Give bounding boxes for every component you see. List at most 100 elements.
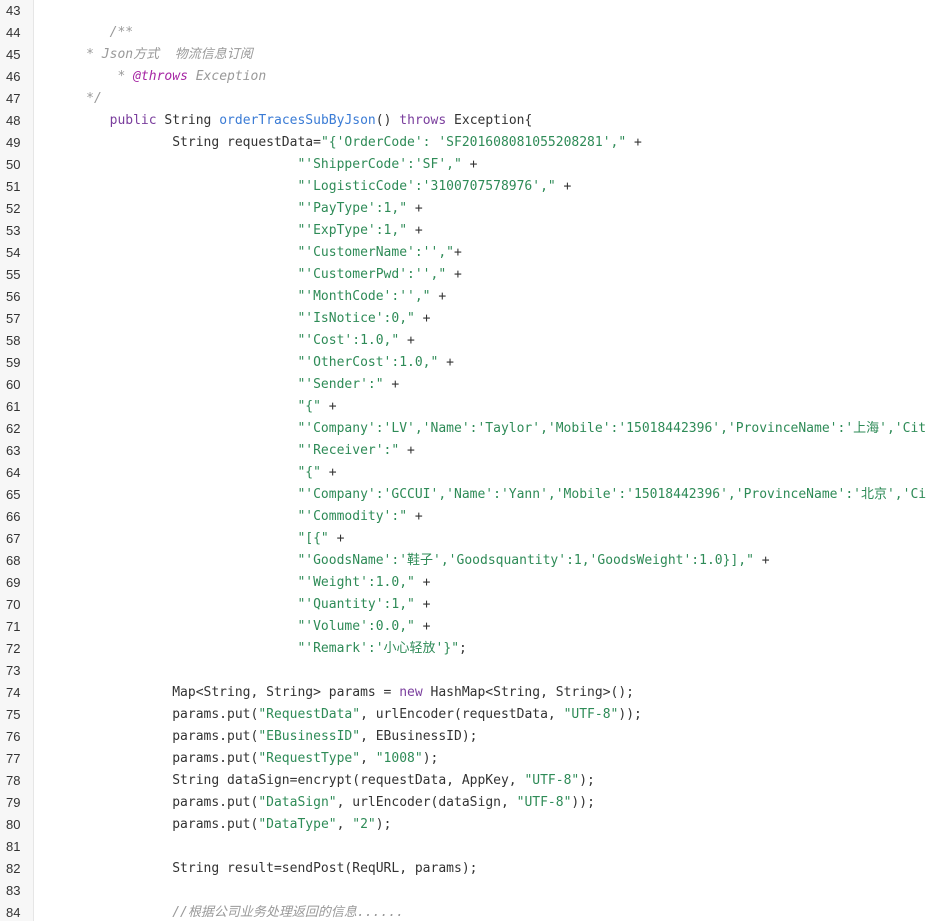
line-number: 45 [6,47,21,62]
code-token: + [626,135,642,150]
code-text: "'CustomerPwd':''," + [47,264,461,286]
code-text: * Json方式 物流信息订阅 [47,44,253,66]
line-number: 44 [6,25,21,40]
code-token: "[{" [297,531,329,546]
line-number: 51 [6,179,21,194]
code-token: "DataType" [258,817,337,832]
code-token: + [461,157,478,172]
code-token: + [438,355,454,370]
code-token: Map<String, String> params = [47,685,400,700]
code-line: 52 "'PayType':1," + [0,198,939,220]
code-text: String requestData="{'OrderCode': 'SF201… [47,132,642,154]
code-text: "'Commodity':" + [47,506,422,528]
code-line: 46 * @throws Exception [0,66,939,88]
code-token: "'Weight':1.0," [297,575,415,590]
code-token: "'GoodsName':'鞋子','Goodsquantity':1,'Goo… [297,553,754,568]
code-token: HashMap<String, String>(); [422,685,635,700]
code-line: 74 Map<String, String> params = new Hash… [0,682,939,704]
code-token: + [328,531,345,546]
code-line: 58 "'Cost':1.0," + [0,330,939,352]
code-line: 70 "'Quantity':1," + [0,594,939,616]
code-token: "'ShipperCode':'SF'," [297,157,462,172]
code-line: 83 [0,880,939,902]
code-line: 57 "'IsNotice':0," + [0,308,939,330]
code-token: "'Company':'GCCUI','Name':'Yann','Mobile… [297,487,927,502]
code-token: /** [109,25,134,40]
code-token: + [414,619,431,634]
code-token: "'Remark':'小心轻放'}" [297,641,460,656]
code-token: "'Company':'LV','Name':'Taylor','Mobile'… [297,421,927,436]
line-number: 78 [6,773,21,788]
line-number: 56 [6,289,21,304]
code-token: + [414,575,431,590]
code-token: "'LogisticCode':'3100707578976'," [297,179,556,194]
code-line: 44 /** [0,22,939,44]
code-token: "{'OrderCode': 'SF201608081055208281'," [320,135,627,150]
code-token: "'Volume':0.0," [297,619,415,634]
code-line: 50 "'ShipperCode':'SF'," + [0,154,939,176]
line-number: 81 [6,839,21,854]
code-token: */ [86,91,102,106]
code-line: 43 [0,0,939,22]
code-text: "[{" + [47,528,344,550]
code-token: "{" [297,399,321,414]
code-token: + [320,465,337,480]
line-number: 53 [6,223,21,238]
code-text: "'Volume':0.0," + [47,616,431,638]
line-number: 76 [6,729,21,744]
code-line: 69 "'Weight':1.0," + [0,572,939,594]
code-token: ); [422,751,439,766]
line-number: 57 [6,311,21,326]
code-line: 62 "'Company':'LV','Name':'Taylor','Mobi… [0,418,939,440]
code-token: + [454,245,462,260]
code-text: "'PayType':1," + [47,198,422,220]
code-token: "'Cost':1.0," [297,333,400,348]
code-text: "'Quantity':1," + [47,594,430,616]
code-token: * Json方式 物流信息订阅 [86,47,253,62]
code-text: params.put("DataSign", urlEncoder(dataSi… [47,792,595,814]
code-line: 53 "'ExpType':1," + [0,220,939,242]
line-number: 59 [6,355,21,370]
code-line: 78 String dataSign=encrypt(requestData, … [0,770,939,792]
code-line: 67 "[{" + [0,528,939,550]
line-number: 46 [6,69,21,84]
code-text: "'ExpType':1," + [47,220,422,242]
code-token: + [399,333,415,348]
code-text: String dataSign=encrypt(requestData, App… [47,770,595,792]
code-token: "'CustomerPwd':''," [297,267,447,282]
code-token: "'MonthCode':''," [297,289,431,304]
code-token: ); [375,817,392,832]
line-number: 69 [6,575,21,590]
code-line: 59 "'OtherCost':1.0," + [0,352,939,374]
code-token: )); [618,707,642,722]
code-token: + [414,311,431,326]
code-token: "EBusinessID" [258,729,361,744]
code-line: 75 params.put("RequestData", urlEncoder(… [0,704,939,726]
code-token: "'PayType':1," [297,201,408,216]
line-number: 63 [6,443,21,458]
line-number: 65 [6,487,21,502]
code-text: public String orderTracesSubByJson() thr… [47,110,533,132]
code-token: , urlEncoder(requestData, [360,707,564,722]
code-token: "'Sender':" [297,377,384,392]
code-token: "1008" [375,751,423,766]
line-number: 70 [6,597,21,612]
code-token: params.put( [47,795,259,810]
code-lines: 43 44 /** 45 * Json方式 物流信息订阅 46 * @throws E… [0,0,939,921]
